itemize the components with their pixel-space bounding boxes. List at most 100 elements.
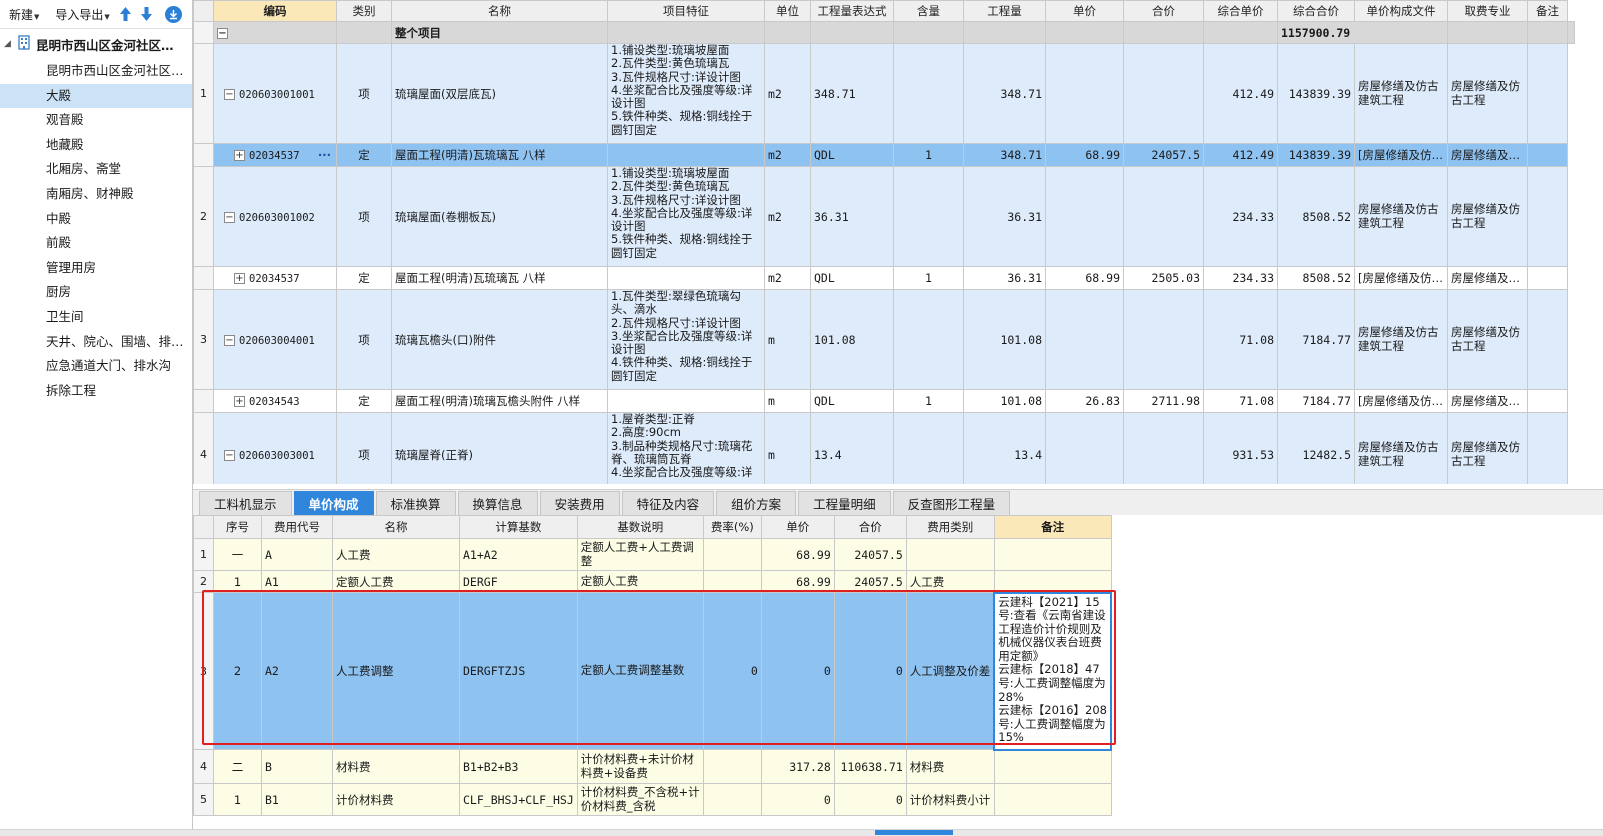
code-cell[interactable]: +02034537 (213, 266, 337, 290)
fee-name-cell[interactable]: 人工费 (332, 538, 460, 571)
fee-code-cell[interactable]: A1 (261, 570, 333, 593)
note-cell[interactable] (993, 570, 1112, 593)
name-cell[interactable]: 琉璃瓦檐头(口)附件 (391, 289, 608, 390)
remark-cell[interactable] (1527, 143, 1568, 167)
fee-profession-cell[interactable]: 房屋修缮及仿古工程 (1447, 412, 1528, 484)
fee-name-cell[interactable]: 计价材料费 (332, 783, 460, 816)
code-cell[interactable]: −020603001001 (213, 43, 337, 144)
rate-cell[interactable]: 0 (702, 592, 762, 750)
expression-cell[interactable]: 348.71 (810, 43, 894, 144)
note-cell[interactable] (993, 783, 1112, 816)
expression-cell[interactable]: QDL (810, 266, 894, 290)
column-header[interactable]: 编码 (213, 0, 337, 22)
column-header[interactable]: 费用代号 (261, 515, 333, 539)
fee-code-cell[interactable]: B1 (261, 783, 333, 816)
calc-base-cell[interactable]: B1+B2+B3 (459, 749, 578, 784)
code-cell[interactable]: +02034537 ··· (213, 143, 337, 167)
price-file-cell[interactable]: 房屋修缮及仿古建筑工程 (1354, 289, 1448, 390)
name-cell[interactable]: 琉璃屋面(卷棚板瓦) (391, 166, 608, 267)
code-cell[interactable]: +02034543 (213, 389, 337, 413)
fee-category-cell[interactable]: 人工调整及价差 (905, 592, 995, 750)
column-header[interactable]: 项目特征 (607, 0, 765, 22)
collapse-minus-icon[interactable]: − (224, 449, 235, 461)
code-cell[interactable]: −020603003001 (213, 412, 337, 484)
fee-category-cell[interactable]: 人工费 (905, 570, 995, 593)
rate-cell[interactable] (702, 749, 762, 784)
tab[interactable]: 特征及内容 (621, 491, 715, 515)
column-header[interactable]: 计算基数 (459, 515, 578, 539)
remark-cell[interactable] (1527, 43, 1568, 144)
name-cell[interactable]: 屋面工程(明清)瓦琉璃瓦 八样 (391, 143, 608, 167)
tab[interactable]: 单价构成 (293, 491, 374, 515)
tab[interactable]: 工料机显示 (199, 491, 292, 515)
content-cell[interactable]: 1 (893, 266, 964, 290)
feature-cell[interactable]: 1.铺设类型:琉璃坡屋面 2.瓦件类型:黄色琉璃瓦 3.瓦件规格尺寸:详设计图 … (607, 43, 765, 144)
remark-cell[interactable] (1527, 289, 1568, 390)
note-cell[interactable]: 云建科【2021】15号:查看《云南省建设工程造价计价规则及机械仪器仪表台班费用… (993, 591, 1113, 751)
tree-item[interactable]: 中殿 (0, 207, 192, 232)
column-header[interactable]: 合价 (833, 515, 907, 539)
tree-item[interactable]: 观音殿 (0, 108, 192, 133)
composition-row[interactable]: 5 1 B1 计价材料费 CLF_BHSJ+CLF_HSJ 计价材料费_不含税+计价材料费… (193, 783, 1112, 816)
fee-name-cell[interactable]: 人工费调整 (332, 592, 460, 750)
content-cell[interactable] (893, 166, 964, 267)
column-header[interactable]: 取费专业 (1447, 0, 1528, 22)
fee-profession-cell[interactable]: 房屋修缮及… (1447, 266, 1528, 290)
import-export-menu-button[interactable]: 导入导出▼ (52, 4, 112, 25)
calc-base-cell[interactable]: A1+A2 (459, 538, 578, 571)
download-icon[interactable] (164, 5, 182, 23)
price-file-cell[interactable]: 房屋修缮及仿古建筑工程 (1354, 43, 1448, 144)
expand-plus-icon[interactable]: + (234, 273, 245, 284)
tree-item[interactable]: 拆除工程 (0, 379, 192, 404)
column-header[interactable]: 单价构成文件 (1354, 0, 1448, 22)
column-header[interactable]: 单价 (1045, 0, 1124, 22)
fee-profession-cell[interactable]: 房屋修缮及仿古工程 (1447, 43, 1528, 144)
move-up-icon[interactable] (117, 5, 134, 24)
remark-cell[interactable] (1527, 412, 1568, 484)
column-header[interactable]: 费率(%) (702, 515, 762, 539)
new-menu-button[interactable]: 新建▼ (6, 4, 42, 25)
composition-row[interactable]: 2 1 A1 定额人工费 DERGF 定额人工费 68.99 24057.5 人工费 (193, 570, 1112, 593)
base-description-cell[interactable]: 定额人工费+人工费调整 (576, 538, 704, 571)
fee-profession-cell[interactable]: 房屋修缮及仿古工程 (1447, 166, 1528, 267)
expand-plus-icon[interactable]: + (234, 396, 245, 407)
column-header[interactable]: 工程量表达式 (810, 0, 894, 22)
rate-cell[interactable] (702, 783, 762, 816)
feature-cell[interactable] (607, 266, 765, 290)
collapse-toggle[interactable]: − (213, 21, 337, 44)
rate-cell[interactable] (702, 538, 762, 571)
column-header[interactable]: 单位 (764, 0, 811, 22)
tree-item[interactable]: 天井、院心、围墙、排… (0, 330, 192, 355)
tree-item[interactable]: 应急通道大门、排水沟 (0, 354, 192, 379)
column-header[interactable]: 基数说明 (576, 515, 704, 539)
fee-code-cell[interactable]: A2 (261, 592, 333, 750)
composition-row[interactable]: 4 二 B 材料费 B1+B2+B3 计价材料费+未计价材料费+设备费 317.28 1106… (193, 749, 1112, 784)
horizontal-scrollbar[interactable] (0, 829, 1603, 836)
quota-sub-row[interactable]: +02034537 ··· 定屋面工程(明清)瓦琉璃瓦 八样 m2 QDL 1 348.71… (193, 143, 1575, 167)
column-header[interactable]: 名称 (391, 0, 608, 22)
fee-profession-cell[interactable]: 房屋修缮及仿古工程 (1447, 289, 1528, 390)
boq-item-row[interactable]: 2−020603001002 项琉璃屋面(卷棚板瓦) 1.铺设类型:琉璃坡屋面 2.… (193, 166, 1575, 267)
name-cell[interactable]: 琉璃屋面(双层底瓦) (391, 43, 608, 144)
base-description-cell[interactable]: 定额人工费调整基数 (576, 592, 704, 750)
expand-plus-icon[interactable]: + (234, 150, 245, 161)
content-cell[interactable]: 1 (893, 143, 964, 167)
price-file-cell[interactable]: [房屋修缮及仿… (1354, 389, 1448, 413)
fee-category-cell[interactable] (905, 538, 995, 571)
scrollbar-thumb[interactable] (875, 830, 953, 835)
feature-cell[interactable] (607, 143, 765, 167)
expression-cell[interactable]: QDL (810, 389, 894, 413)
whole-project-row[interactable]: − 整个项目 1157900.79 (193, 21, 1575, 44)
content-cell[interactable] (893, 43, 964, 144)
tab[interactable]: 安装费用 (539, 491, 620, 515)
price-file-cell[interactable]: 房屋修缮及仿古建筑工程 (1354, 412, 1448, 484)
expression-cell[interactable]: 101.08 (810, 289, 894, 390)
name-cell[interactable]: 屋面工程(明清)瓦琉璃瓦 八样 (391, 266, 608, 290)
boq-item-row[interactable]: 4−020603003001 项琉璃屋脊(正脊) 1.屋脊类型:正脊 2.高度:90… (193, 412, 1575, 484)
fee-name-cell[interactable]: 定额人工费 (332, 570, 460, 593)
tree-item[interactable]: 地藏殿 (0, 133, 192, 158)
column-header[interactable]: 合价 (1123, 0, 1204, 22)
remark-cell[interactable] (1527, 166, 1568, 267)
minus-icon[interactable]: − (217, 27, 228, 39)
note-cell[interactable] (993, 538, 1112, 571)
